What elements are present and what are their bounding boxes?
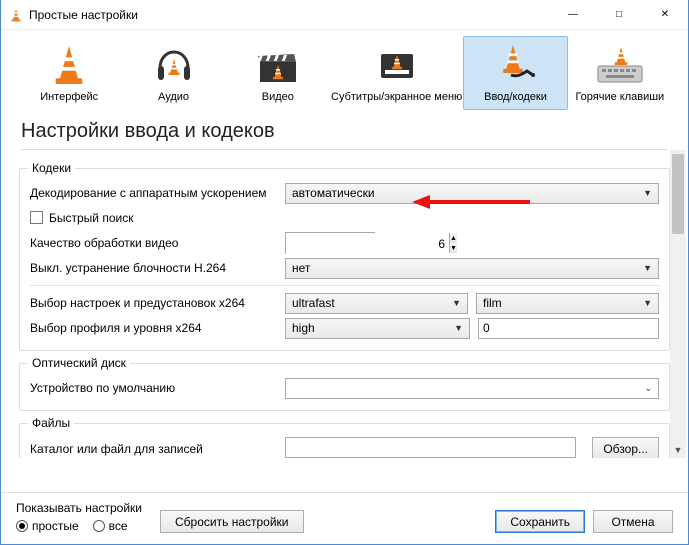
videoquality-spin[interactable]: ▲▼ bbox=[285, 232, 375, 254]
deblock-combo[interactable]: нет ▼ bbox=[285, 258, 659, 279]
group-codecs: Кодеки Декодирование с аппаратным ускоре… bbox=[19, 168, 670, 351]
x264preset-combo[interactable]: ultrafast ▼ bbox=[285, 293, 468, 314]
scrollbar-thumb[interactable] bbox=[672, 154, 684, 234]
radio-all[interactable]: все bbox=[93, 519, 128, 533]
radio-icon bbox=[93, 520, 105, 532]
group-legend: Файлы bbox=[28, 416, 74, 430]
category-audio[interactable]: Аудио bbox=[121, 36, 225, 110]
minimize-button[interactable]: — bbox=[550, 0, 596, 29]
headphones-icon bbox=[122, 41, 224, 89]
chevron-down-icon: ▼ bbox=[643, 188, 652, 198]
videoquality-input[interactable] bbox=[286, 233, 449, 254]
group-files: Файлы Каталог или файл для записей Обзор… bbox=[19, 423, 670, 458]
chevron-down-icon: ▼ bbox=[454, 323, 463, 333]
settings-panel: Кодеки Декодирование с аппаратным ускоре… bbox=[1, 150, 688, 458]
category-label: Ввод/кодеки bbox=[464, 91, 566, 103]
slate-icon bbox=[331, 41, 462, 89]
cancel-button[interactable]: Отмена bbox=[593, 510, 673, 533]
browse-button[interactable]: Обзор... bbox=[592, 437, 659, 458]
category-input-codecs[interactable]: Ввод/кодеки bbox=[463, 36, 567, 110]
maximize-button[interactable]: □ bbox=[596, 0, 642, 29]
chevron-down-icon: ▼ bbox=[643, 298, 652, 308]
hwdec-value: автоматически bbox=[292, 186, 375, 200]
recdir-label: Каталог или файл для записей bbox=[30, 442, 285, 456]
spin-down-icon[interactable]: ▼ bbox=[450, 243, 457, 253]
category-label: Субтитры/экранное меню bbox=[331, 91, 462, 103]
category-label: Видео bbox=[227, 91, 329, 103]
x264profile-combo[interactable]: high ▼ bbox=[285, 318, 470, 339]
hwdec-combo[interactable]: автоматически ▼ bbox=[285, 183, 659, 204]
deblock-value: нет bbox=[292, 261, 310, 275]
category-bar: Интерфейс Аудио Видео Субтитры/экранное … bbox=[1, 30, 688, 110]
chevron-down-icon: ▼ bbox=[643, 263, 652, 273]
keyboard-icon bbox=[569, 41, 671, 89]
fastseek-label: Быстрый поиск bbox=[49, 211, 133, 225]
x264profile-value: high bbox=[292, 321, 315, 335]
x264preset-label: Выбор настроек и предустановок х264 bbox=[30, 296, 285, 310]
fastseek-checkbox[interactable]: Быстрый поиск bbox=[30, 211, 133, 225]
device-label: Устройство по умолчанию bbox=[30, 381, 285, 395]
radio-icon bbox=[16, 520, 28, 532]
page-title: Настройки ввода и кодеков bbox=[1, 110, 688, 149]
category-video[interactable]: Видео bbox=[226, 36, 330, 110]
scroll-down-icon[interactable]: ▼ bbox=[670, 442, 686, 458]
group-legend: Кодеки bbox=[28, 161, 75, 175]
plug-cone-icon bbox=[464, 41, 566, 89]
x264preset-value: ultrafast bbox=[292, 296, 335, 310]
app-icon bbox=[9, 8, 23, 22]
reset-button[interactable]: Сбросить настройки bbox=[160, 510, 303, 533]
device-combo[interactable]: ⌄ bbox=[285, 378, 659, 399]
checkbox-icon bbox=[30, 211, 43, 224]
x264tune-value: film bbox=[483, 296, 502, 310]
chevron-down-icon: ⌄ bbox=[644, 383, 652, 394]
save-button[interactable]: Сохранить bbox=[495, 510, 585, 533]
category-hotkeys[interactable]: Горячие клавиши bbox=[568, 36, 672, 110]
category-label: Горячие клавиши bbox=[569, 91, 671, 103]
x264profile-label: Выбор профиля и уровня х264 bbox=[30, 321, 285, 335]
close-button[interactable]: ✕ bbox=[642, 0, 688, 29]
hwdec-label: Декодирование с аппаратным ускорением bbox=[30, 186, 285, 200]
category-subtitles[interactable]: Субтитры/экранное меню bbox=[330, 36, 463, 110]
group-optical: Оптический диск Устройство по умолчанию … bbox=[19, 363, 670, 411]
x264level-input[interactable] bbox=[478, 318, 659, 339]
radio-simple[interactable]: простые bbox=[16, 519, 79, 533]
chevron-down-icon: ▼ bbox=[452, 298, 461, 308]
deblock-label: Выкл. устранение блочности H.264 bbox=[30, 261, 285, 275]
vertical-scrollbar[interactable]: ▼ bbox=[670, 150, 686, 458]
window-title: Простые настройки bbox=[29, 8, 550, 22]
category-label: Интерфейс bbox=[18, 91, 120, 103]
recdir-input[interactable] bbox=[285, 437, 576, 458]
videoquality-label: Качество обработки видео bbox=[30, 236, 285, 250]
titlebar: Простые настройки — □ ✕ bbox=[1, 0, 688, 30]
bottom-bar: Показывать настройки простые все Сбросит… bbox=[2, 492, 687, 543]
category-interface[interactable]: Интерфейс bbox=[17, 36, 121, 110]
separator bbox=[30, 285, 659, 286]
clapboard-icon bbox=[227, 41, 329, 89]
x264tune-combo[interactable]: film ▼ bbox=[476, 293, 659, 314]
category-label: Аудио bbox=[122, 91, 224, 103]
group-legend: Оптический диск bbox=[28, 356, 130, 370]
show-settings-label: Показывать настройки bbox=[16, 501, 142, 515]
cone-icon bbox=[18, 41, 120, 89]
spin-up-icon[interactable]: ▲ bbox=[450, 233, 457, 243]
